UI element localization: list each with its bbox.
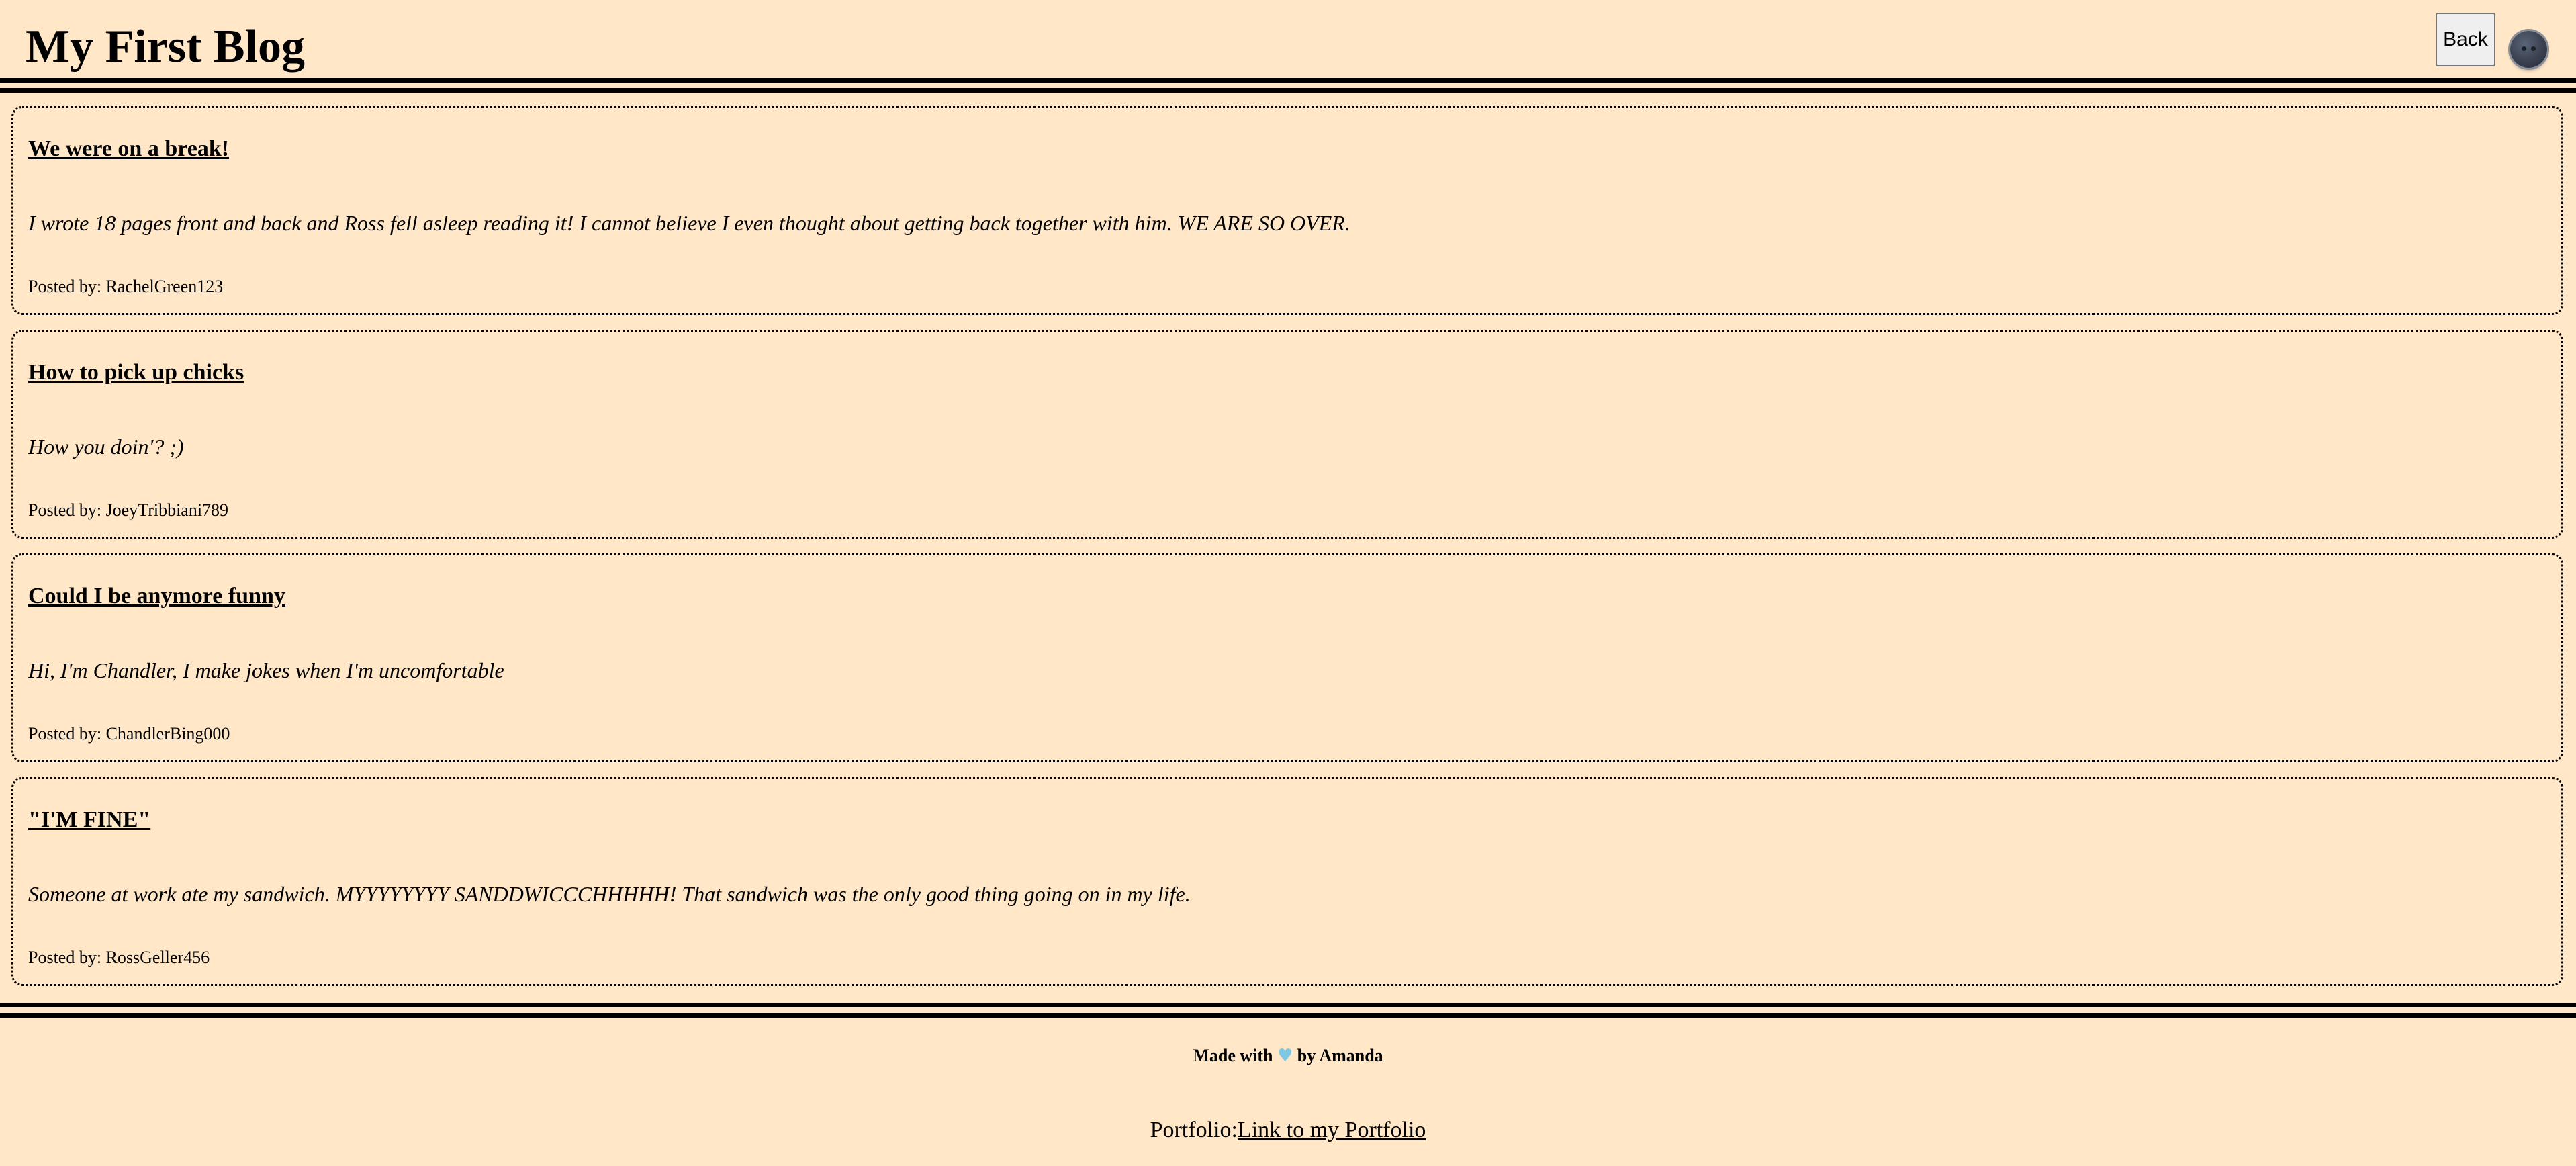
footer: Made with ♥ by Amanda Portfolio:Link to … (0, 1018, 2576, 1166)
post-card: We were on a break! I wrote 18 pages fro… (11, 106, 2563, 315)
footer-divider (0, 1003, 2576, 1018)
moon-eye-left (2522, 46, 2526, 51)
post-body: How you doin'? ;) (28, 435, 184, 459)
made-with-text: Made with ♥ by Amanda (0, 1044, 2576, 1068)
site-title: My First Blog (26, 21, 306, 73)
post-author: Posted by: JoeyTribbiani789 (28, 500, 229, 520)
header: My First Blog Back (0, 0, 2576, 79)
post-title: We were on a break! (28, 136, 230, 161)
post-title: Could I be anymore funny (28, 584, 285, 609)
moon-face-icon[interactable] (2510, 31, 2547, 68)
post-author: Posted by: RossGeller456 (28, 948, 210, 967)
post-list: We were on a break! I wrote 18 pages fro… (11, 106, 2563, 1001)
made-with-prefix: Made with (1193, 1046, 1273, 1065)
made-with-suffix: by Amanda (1297, 1046, 1383, 1065)
portfolio-label: Portfolio: (1150, 1118, 1238, 1142)
post-author: Posted by: RachelGreen123 (28, 277, 224, 296)
portfolio-line: Portfolio:Link to my Portfolio (0, 1115, 2576, 1146)
back-button[interactable]: Back (2436, 13, 2495, 66)
portfolio-link[interactable]: Link to my Portfolio (1238, 1118, 1426, 1142)
post-card: "I'M FINE" Someone at work ate my sandwi… (11, 777, 2563, 986)
header-divider (0, 78, 2576, 93)
post-card: Could I be anymore funny Hi, I'm Chandle… (11, 553, 2563, 762)
moon-eye-right (2531, 46, 2536, 51)
post-body: I wrote 18 pages front and back and Ross… (28, 211, 1350, 235)
post-title: How to pick up chicks (28, 360, 244, 385)
post-body: Hi, I'm Chandler, I make jokes when I'm … (28, 658, 504, 682)
heart-icon: ♥ (1277, 1046, 1293, 1066)
post-title: "I'M FINE" (28, 807, 151, 832)
post-body: Someone at work ate my sandwich. MYYYYYY… (28, 882, 1191, 906)
post-author: Posted by: ChandlerBing000 (28, 724, 230, 744)
post-card: How to pick up chicks How you doin'? ;) … (11, 330, 2563, 539)
